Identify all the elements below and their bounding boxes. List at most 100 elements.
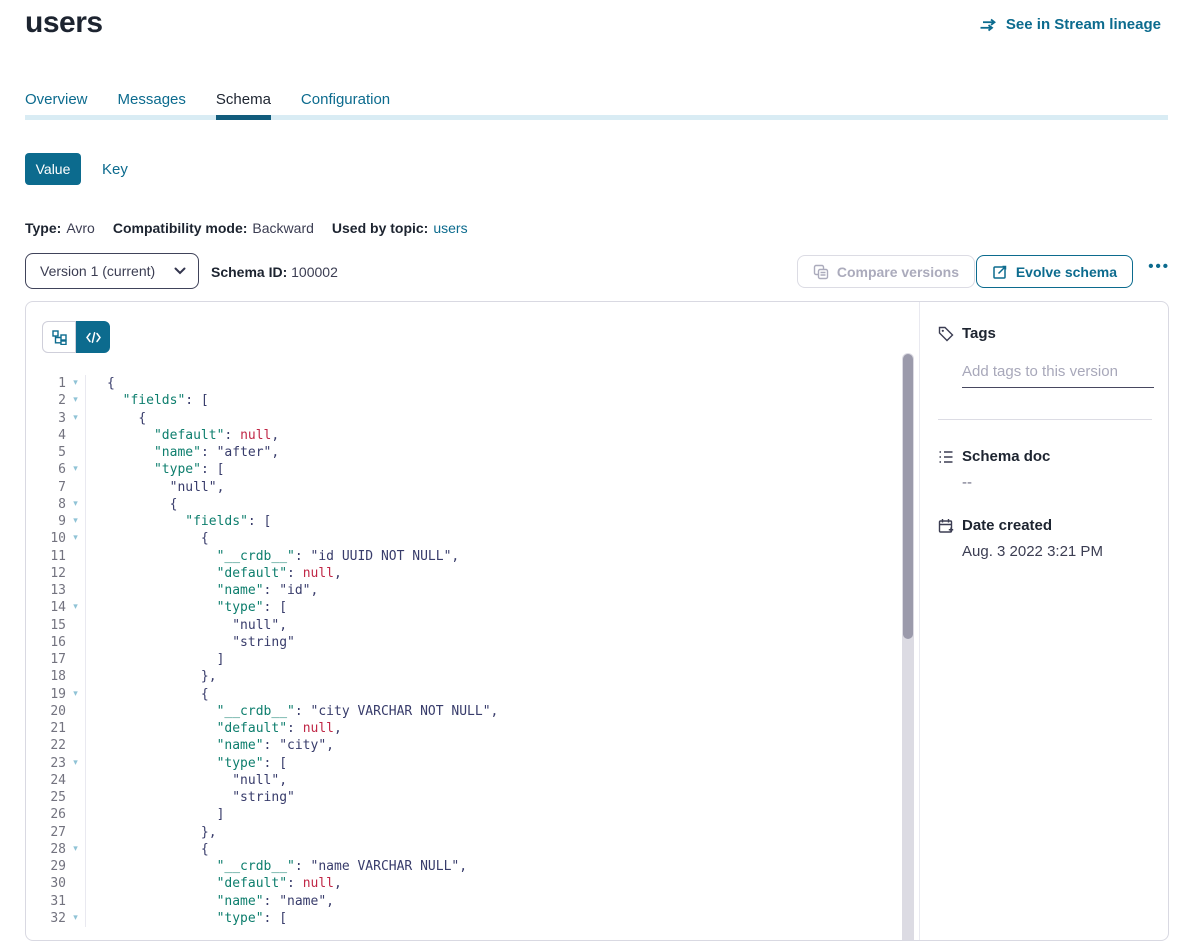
- fold-spacer: [66, 737, 86, 754]
- fold-spacer: [66, 703, 86, 720]
- schema-view-toggle: [42, 321, 110, 353]
- fold-toggle-icon[interactable]: ▾: [66, 755, 86, 772]
- fold-spacer: [66, 789, 86, 806]
- code-line: 10▾ {: [26, 530, 848, 547]
- fold-spacer: [66, 772, 86, 789]
- fold-toggle-icon[interactable]: ▾: [66, 461, 86, 478]
- fold-spacer: [66, 668, 86, 685]
- tab-schema[interactable]: Schema: [216, 91, 271, 120]
- tab-configuration[interactable]: Configuration: [301, 91, 390, 120]
- code-line: 21 "default": null,: [26, 720, 848, 737]
- fold-toggle-icon[interactable]: ▾: [66, 686, 86, 703]
- stream-lineage-link[interactable]: See in Stream lineage: [980, 16, 1161, 33]
- code-text: "__crdb__": "city VARCHAR NOT NULL",: [86, 703, 498, 720]
- line-number: 6: [26, 461, 66, 478]
- code-line: 17 ]: [26, 651, 848, 668]
- code-text: "type": [: [86, 755, 287, 772]
- line-number: 32: [26, 910, 66, 927]
- code-text: "default": null,: [86, 720, 342, 737]
- calendar-plus-icon: [938, 518, 954, 534]
- fold-toggle-icon[interactable]: ▾: [66, 841, 86, 858]
- code-line: 3▾ {: [26, 410, 848, 427]
- fold-spacer: [66, 565, 86, 582]
- fold-toggle-icon[interactable]: ▾: [66, 513, 86, 530]
- code-text: "name": "city",: [86, 737, 334, 754]
- line-number: 22: [26, 737, 66, 754]
- more-options-button[interactable]: •••: [1148, 258, 1170, 275]
- code-text: },: [86, 824, 217, 841]
- line-number: 15: [26, 617, 66, 634]
- code-text: "string": [86, 789, 295, 806]
- value-toggle-button[interactable]: Value: [25, 153, 81, 185]
- code-line: 14▾ "type": [: [26, 599, 848, 616]
- code-text: "null",: [86, 617, 287, 634]
- evolve-schema-label: Evolve schema: [1016, 264, 1117, 280]
- line-number: 14: [26, 599, 66, 616]
- fold-toggle-icon[interactable]: ▾: [66, 910, 86, 927]
- version-select[interactable]: Version 1 (current): [25, 253, 199, 289]
- date-created-section: Date created Aug. 3 2022 3:21 PM: [938, 517, 1152, 560]
- code-text: "type": [: [86, 910, 287, 927]
- code-line: 30 "default": null,: [26, 875, 848, 892]
- fold-spacer: [66, 875, 86, 892]
- code-text: ]: [86, 806, 224, 823]
- line-number: 2: [26, 392, 66, 409]
- line-number: 17: [26, 651, 66, 668]
- line-number: 31: [26, 893, 66, 910]
- fold-spacer: [66, 582, 86, 599]
- code-view-icon: [86, 332, 101, 343]
- tab-messages[interactable]: Messages: [118, 91, 186, 120]
- line-number: 26: [26, 806, 66, 823]
- fold-spacer: [66, 806, 86, 823]
- evolve-schema-button[interactable]: Evolve schema: [976, 255, 1133, 288]
- line-number: 20: [26, 703, 66, 720]
- code-text: "default": null,: [86, 565, 342, 582]
- tree-view-button[interactable]: [42, 321, 76, 353]
- key-toggle-button[interactable]: Key: [102, 161, 128, 178]
- code-line: 28▾ {: [26, 841, 848, 858]
- line-number: 29: [26, 858, 66, 875]
- fold-toggle-icon[interactable]: ▾: [66, 599, 86, 616]
- fold-toggle-icon[interactable]: ▾: [66, 410, 86, 427]
- topic-tabs: Overview Messages Schema Configuration: [25, 91, 390, 120]
- line-number: 24: [26, 772, 66, 789]
- fold-toggle-icon[interactable]: ▾: [66, 375, 86, 392]
- code-line: 13 "name": "id",: [26, 582, 848, 599]
- page-title: users: [25, 6, 103, 40]
- code-line: 1▾{: [26, 375, 848, 392]
- chevron-down-icon: [174, 267, 186, 275]
- code-line: 11 "__crdb__": "id UUID NOT NULL",: [26, 548, 848, 565]
- code-line: 24 "null",: [26, 772, 848, 789]
- fold-toggle-icon[interactable]: ▾: [66, 530, 86, 547]
- line-number: 16: [26, 634, 66, 651]
- fold-spacer: [66, 479, 86, 496]
- used-by-topic-link[interactable]: users: [433, 220, 467, 236]
- compare-versions-button[interactable]: Compare versions: [797, 255, 975, 288]
- schema-id: Schema ID: 100002: [211, 264, 338, 280]
- add-tags-input[interactable]: [962, 361, 1154, 388]
- line-number: 18: [26, 668, 66, 685]
- doc-list-icon: [938, 449, 954, 465]
- fold-spacer: [66, 651, 86, 668]
- code-line: 23▾ "type": [: [26, 755, 848, 772]
- code-line: 4 "default": null,: [26, 427, 848, 444]
- fold-spacer: [66, 617, 86, 634]
- code-text: "default": null,: [86, 427, 279, 444]
- fold-toggle-icon[interactable]: ▾: [66, 496, 86, 513]
- line-number: 27: [26, 824, 66, 841]
- tab-overview[interactable]: Overview: [25, 91, 88, 120]
- line-number: 8: [26, 496, 66, 513]
- editor-scrollbar-track[interactable]: [902, 353, 914, 940]
- code-text: {: [86, 496, 177, 513]
- code-line: 5 "name": "after",: [26, 444, 848, 461]
- line-number: 5: [26, 444, 66, 461]
- line-number: 7: [26, 479, 66, 496]
- stream-lineage-icon: [980, 18, 998, 32]
- fold-toggle-icon[interactable]: ▾: [66, 392, 86, 409]
- tree-view-icon: [52, 330, 67, 345]
- editor-scrollbar-thumb[interactable]: [903, 354, 913, 639]
- code-text: "string": [86, 634, 295, 651]
- code-text: "type": [: [86, 599, 287, 616]
- code-text: "default": null,: [86, 875, 342, 892]
- code-view-button[interactable]: [76, 321, 110, 353]
